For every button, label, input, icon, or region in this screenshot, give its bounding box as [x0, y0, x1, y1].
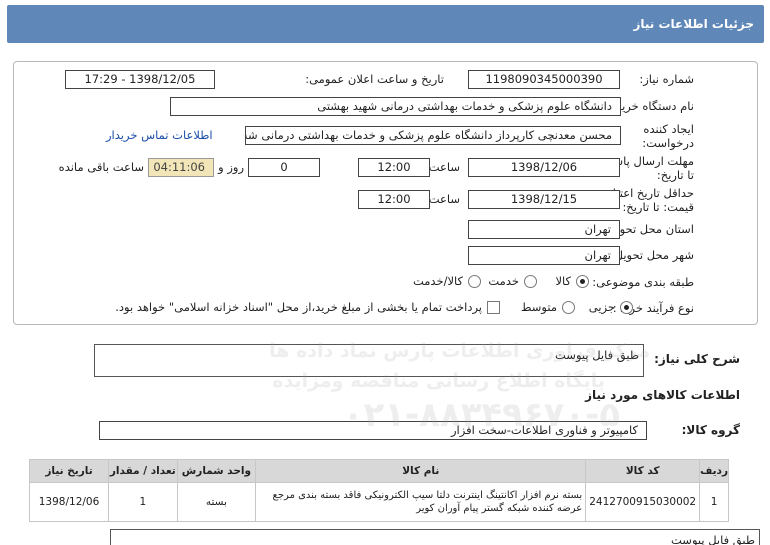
col-header-index: ردیف: [699, 459, 729, 483]
cell-unit: بسته: [176, 482, 257, 522]
cell-date: 1398/12/06: [28, 482, 110, 522]
requester-field: محسن معدنچی کارپرداز دانشگاه علوم پزشکی …: [245, 126, 621, 145]
summary-text: طبق فایل پیوست: [555, 348, 639, 362]
reply-deadline-label-2: تا تاریخ:: [656, 168, 694, 182]
checkbox-icon: [487, 300, 500, 314]
col-header-qty: تعداد / مقدار: [108, 459, 178, 483]
price-validity-date-field: 1398/12/15: [468, 190, 620, 209]
price-validity-label-2: قیمت: تا تاریخ:: [622, 200, 694, 214]
delivery-city-label: شهر محل تحویل:: [610, 248, 694, 262]
table-header-row: ردیف کد کالا نام کالا واحد شمارش تعداد /…: [28, 459, 729, 483]
page-header: جزئیات اطلاعات نیاز: [7, 5, 764, 43]
table-row: 1 2412700915030002 بسته نرم افزار اکانتی…: [28, 482, 729, 522]
buyer-notes-text: طبق فایل پیوست: [671, 533, 755, 545]
category-radio-goods-service[interactable]: کالا/خدمت: [413, 274, 481, 288]
reply-time-label: ساعت: [428, 160, 460, 174]
col-header-unit: واحد شمارش: [176, 459, 257, 483]
cell-name: بسته نرم افزار اکانتینگ اینترنت دلتا سیپ…: [255, 482, 587, 522]
cell-qty: 1: [108, 482, 178, 522]
goods-group-label: گروه کالا:: [681, 423, 740, 437]
buyer-contact-link[interactable]: اطلاعات تماس خریدار: [106, 128, 213, 142]
announce-datetime-label: تاریخ و ساعت اعلان عمومی:: [305, 72, 444, 86]
need-number-label: شماره نیاز:: [639, 72, 694, 86]
radio-icon: [468, 274, 481, 288]
category-label: طبقه بندی موضوعی:: [592, 275, 694, 289]
summary-field: طبق فایل پیوست: [94, 344, 644, 377]
goods-info-heading: اطلاعات کالاهای مورد نیاز: [585, 388, 740, 402]
validity-time-field: 12:00: [358, 190, 430, 209]
radio-icon: [562, 300, 575, 314]
requester-label-1: ایجاد کننده: [643, 122, 694, 136]
days-label: روز و: [218, 160, 244, 174]
col-header-date: تاریخ نیاز: [28, 459, 110, 483]
goods-group-field: کامپیوتر و فناوری اطلاعات-سخت افزار: [99, 421, 647, 440]
col-header-name: نام کالا: [255, 459, 587, 483]
cell-index: 1: [699, 482, 729, 522]
col-header-code: کد کالا: [585, 459, 701, 483]
goods-table: ردیف کد کالا نام کالا واحد شمارش تعداد /…: [28, 459, 729, 522]
delivery-province-field: تهران: [468, 220, 620, 239]
reply-time-field: 12:00: [358, 158, 430, 177]
price-validity-label-1: حداقل تاریخ اعتبار: [607, 186, 694, 200]
buyer-org-field: دانشگاه علوم پزشکی و خدمات بهداشتی درمان…: [170, 97, 621, 116]
remaining-time-label: ساعت باقی مانده: [58, 160, 144, 174]
validity-time-label: ساعت: [428, 192, 460, 206]
page-title: جزئیات اطلاعات نیاز: [633, 17, 754, 31]
days-field: 0: [248, 158, 320, 177]
need-number-field: 1198090345000390: [468, 70, 620, 89]
radio-selected-icon: [620, 300, 633, 314]
cell-code: 2412700915030002: [585, 482, 701, 522]
category-radio-service[interactable]: خدمت: [488, 274, 537, 288]
delivery-city-field: تهران: [468, 246, 620, 265]
radio-selected-icon: [576, 274, 589, 288]
requester-label-2: درخواست:: [642, 136, 694, 150]
treasury-bonds-checkbox[interactable]: پرداخت تمام یا بخشی از مبلغ خرید،از محل …: [115, 300, 500, 314]
remaining-time-field: 04:11:06: [148, 158, 214, 177]
summary-label: شرح کلی نیاز:: [654, 352, 740, 366]
radio-icon: [524, 274, 537, 288]
category-radio-goods[interactable]: کالا: [555, 274, 589, 288]
reply-deadline-date-field: 1398/12/06: [468, 158, 620, 177]
announce-datetime-field: 1398/12/05 - 17:29: [65, 70, 215, 89]
buyer-notes-field: طبق فایل پیوست: [110, 529, 760, 545]
process-radio-minor[interactable]: جزیی: [589, 300, 633, 314]
process-radio-medium[interactable]: متوسط: [521, 300, 575, 314]
